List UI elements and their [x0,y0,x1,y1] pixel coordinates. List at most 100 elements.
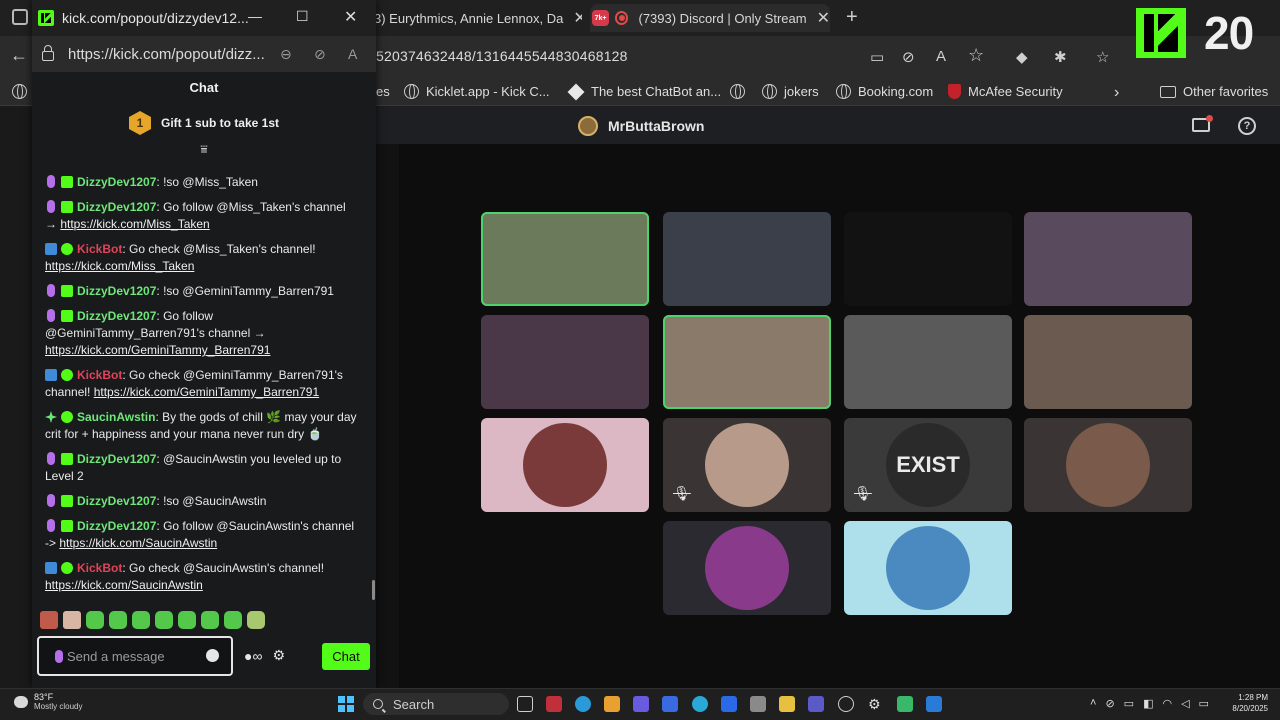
chat-username[interactable]: DizzyDev1207 [77,452,156,466]
chat-link[interactable]: https://kick.com/SaucinAwstin [45,578,203,592]
video-tile-participant-7[interactable] [844,315,1012,409]
video-tile-participant-9[interactable] [481,418,649,512]
app-icon[interactable] [692,696,708,712]
emote-icon[interactable] [109,611,127,629]
chat-username[interactable]: DizzyDev1207 [77,494,156,508]
chat-link[interactable]: https://kick.com/GeminiTammy_Barren791 [45,343,270,357]
collapse-pinned-icon[interactable]: ⩸ [32,142,376,158]
chat-username[interactable]: DizzyDev1207 [77,200,156,214]
close-icon[interactable]: ✕ [344,7,357,27]
emote-icon[interactable] [40,611,58,629]
chat-link[interactable]: https://kick.com/GeminiTammy_Barren791 [94,385,319,399]
bookmark-globe-2[interactable] [730,84,752,99]
chat-username[interactable]: KickBot [77,561,122,575]
minimize-icon[interactable]: — [248,8,262,24]
emote-icon[interactable] [63,611,81,629]
kicks-icon[interactable]: ●∞ [244,648,262,664]
video-tile-participant-12[interactable] [1024,418,1192,512]
close-icon[interactable]: ✕ [573,8,582,28]
video-tile-participant-6[interactable] [663,315,831,409]
video-tile-participant-2[interactable] [663,212,831,306]
chat-send-button[interactable]: Chat [322,643,370,670]
video-tile-participant-3[interactable] [844,212,1012,306]
chat-link[interactable]: https://kick.com/Miss_Taken [45,259,194,273]
settings-gear-icon[interactable]: ⚙ [272,647,285,664]
lock-icon[interactable] [42,45,54,61]
tracking-prevention-icon[interactable]: ⊘ [314,46,326,63]
url-text[interactable]: 520374632448/1316445544830468128 [376,48,628,64]
emote-icon[interactable] [178,611,196,629]
network-icon[interactable]: ⊘ [1105,697,1114,710]
emote-icon[interactable] [155,611,173,629]
bookmark-jokers[interactable]: jokers [762,84,819,99]
mcafee-app-icon[interactable] [546,696,562,712]
chevron-up-icon[interactable]: ˄ [1090,697,1096,710]
media-player-icon[interactable] [838,696,854,712]
chat-scrollbar[interactable] [372,580,375,600]
teams-icon[interactable] [808,696,824,712]
new-tab-button[interactable]: + [846,6,858,29]
chat-username[interactable]: DizzyDev1207 [77,284,156,298]
settings-gear-icon[interactable]: ⚙ [868,696,884,712]
workspaces-icon[interactable] [12,9,28,25]
zoom-icon[interactable]: ⊖ [280,46,292,63]
bookmarks-more-chevron-icon[interactable]: › [1114,84,1119,102]
video-tile-participant-13[interactable] [663,521,831,615]
app-icon[interactable] [897,696,913,712]
popout-url[interactable]: https://kick.com/popout/dizz... [68,46,265,63]
tracking-prevention-icon[interactable]: ⊘ [902,48,915,66]
emote-icon[interactable] [224,611,242,629]
app-icon[interactable] [633,696,649,712]
chat-message-input[interactable] [67,648,187,664]
screen-share-icon[interactable] [1192,115,1213,132]
bookmark-booking[interactable]: Booking.com [836,84,933,99]
wifi-icon[interactable]: ◠ [1162,697,1172,710]
read-aloud-icon[interactable]: A [348,46,357,62]
bookmark-mcafee[interactable]: McAfee Security [948,84,1063,99]
tab-eurythmics[interactable]: 3) Eurythmics, Annie Lennox, Da ✕ [374,4,582,32]
chat-username[interactable]: KickBot [77,368,122,382]
bookmark-kicklet[interactable]: Kicklet.app - Kick C... [404,84,550,99]
emote-icon[interactable] [247,611,265,629]
video-tile-participant-4[interactable] [1024,212,1192,306]
emoji-icon[interactable] [206,649,219,662]
read-aloud-icon[interactable]: A [936,48,946,65]
edge-browser-icon[interactable] [575,696,591,712]
video-tile-participant-5[interactable] [481,315,649,409]
emote-icon[interactable] [132,611,150,629]
extension-icon[interactable]: ◆ [1016,48,1028,66]
bookmark-chatbot[interactable]: The best ChatBot an... [567,83,721,100]
video-tile-participant-11[interactable]: EXIST 🎙 [844,418,1012,512]
bookmark-es[interactable]: es [376,84,390,99]
chat-link[interactable]: https://kick.com/Miss_Taken [60,217,209,231]
weather-widget[interactable]: 83°F Mostly cloudy [11,692,82,711]
favorite-star-icon[interactable]: ☆ [968,45,984,66]
chat-username[interactable]: KickBot [77,242,122,256]
chat-username[interactable]: DizzyDev1207 [77,309,156,323]
battery-icon[interactable]: ▭ [1199,697,1209,710]
chat-link[interactable]: https://kick.com/SaucinAwstin [59,536,217,550]
emote-icon[interactable] [86,611,104,629]
chat-username[interactable]: DizzyDev1207 [77,519,156,533]
close-icon[interactable]: ✕ [817,8,830,28]
bookmark-globe[interactable] [12,84,34,99]
task-view-icon[interactable] [517,696,533,712]
taskbar-search[interactable]: Search [363,693,509,715]
video-tile-participant-1[interactable] [481,212,649,306]
zoom-app-icon[interactable] [721,696,737,712]
store-icon[interactable] [750,696,766,712]
chat-username[interactable]: SaucinAwstin [77,410,155,424]
puzzle-icon[interactable]: ✱ [1054,48,1067,66]
help-icon[interactable]: ? [1238,117,1256,135]
emote-icon[interactable] [201,611,219,629]
video-tile-participant-10[interactable]: 🎙 [663,418,831,512]
chat-input-box[interactable] [37,636,233,676]
chat-username[interactable]: DizzyDev1207 [77,175,156,189]
file-explorer-icon[interactable] [779,696,795,712]
maximize-icon[interactable]: ☐ [296,8,309,25]
app-tray-icon[interactable]: ◧ [1143,697,1153,710]
volume-icon[interactable]: ◁ [1181,697,1189,710]
app-icon[interactable] [662,696,678,712]
bookmark-other-favorites[interactable]: Other favorites [1160,84,1268,99]
app-icon[interactable] [926,696,942,712]
